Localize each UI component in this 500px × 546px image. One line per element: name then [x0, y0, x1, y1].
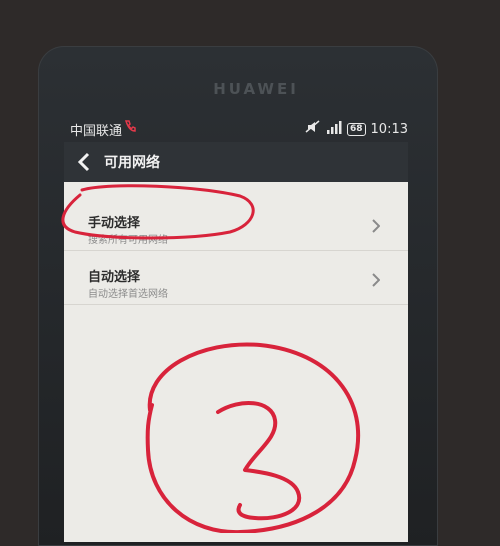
option-title: 手动选择	[88, 216, 141, 231]
signal-icon	[326, 120, 342, 138]
option-subtitle: 搜索所有可用网络	[88, 235, 168, 246]
battery-icon: 68	[347, 122, 366, 136]
carrier-name: 中国联通	[70, 124, 123, 139]
option-subtitle: 自动选择首选网络	[88, 289, 168, 300]
chevron-right-icon	[372, 218, 381, 237]
auto-select-option[interactable]: 自动选择 自动选择首选网络	[64, 252, 408, 305]
manual-select-option[interactable]: 手动选择 搜索所有可用网络	[64, 198, 408, 251]
page-title: 可用网络	[104, 155, 160, 171]
status-bar: 中国联通 68 10:13	[60, 118, 410, 140]
clock: 10:13	[370, 121, 408, 137]
option-title: 自动选择	[88, 270, 141, 285]
call-forward-icon	[124, 119, 136, 137]
back-chevron-icon[interactable]	[76, 151, 92, 177]
chevron-right-icon	[372, 272, 381, 291]
mute-icon	[305, 120, 321, 138]
screen: 可用网络 手动选择 搜索所有可用网络 自动选择 自动选择首选网络	[64, 142, 408, 542]
device-brand-label: HUAWEI	[213, 80, 299, 98]
title-bar: 可用网络	[64, 142, 408, 182]
status-icons: 68 10:13	[305, 120, 408, 138]
